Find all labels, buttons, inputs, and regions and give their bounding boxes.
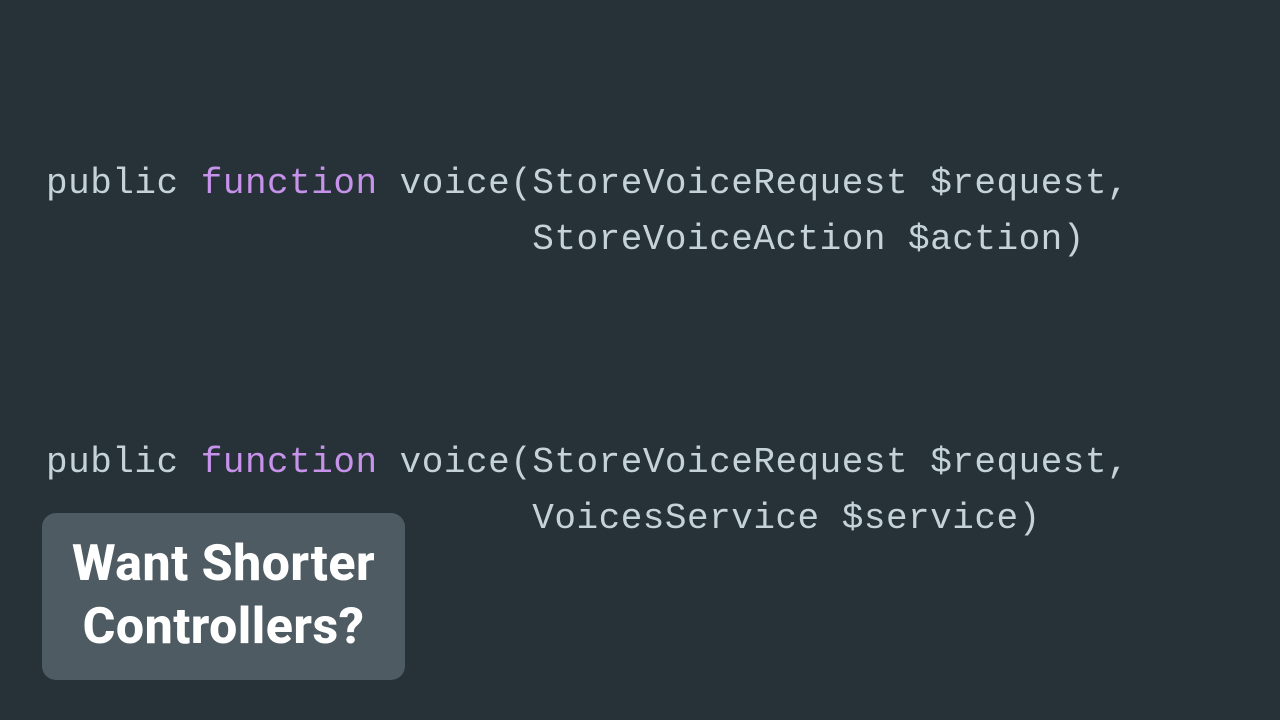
paren-close: )	[1019, 498, 1041, 539]
param-var: $request	[930, 163, 1107, 204]
param-type: StoreVoiceAction	[532, 219, 886, 260]
code-area: public function voice(StoreVoiceRequest …	[0, 0, 1280, 546]
paren-close: )	[1063, 219, 1085, 260]
param-type: VoicesService	[532, 498, 819, 539]
param-type: StoreVoiceRequest	[532, 442, 908, 483]
paren-open: (	[510, 442, 532, 483]
function-name: voice	[400, 163, 511, 204]
code-line-3: public function voice(StoreVoiceRequest …	[46, 442, 1129, 483]
paren-open: (	[510, 163, 532, 204]
code-line-1: public function voice(StoreVoiceRequest …	[46, 163, 1129, 204]
caption-badge: Want Shorter Controllers?	[42, 513, 405, 680]
keyword-function: function	[201, 163, 378, 204]
function-name: voice	[400, 442, 511, 483]
param-var: $service	[842, 498, 1019, 539]
caption-line-2: Controllers?	[72, 596, 375, 659]
comma: ,	[1107, 163, 1129, 204]
param-type: StoreVoiceRequest	[532, 163, 908, 204]
param-var: $action	[908, 219, 1063, 260]
keyword-visibility: public	[46, 442, 179, 483]
comma: ,	[1107, 442, 1129, 483]
code-line-2: StoreVoiceAction $action)	[46, 219, 1085, 260]
param-var: $request	[930, 442, 1107, 483]
caption-line-1: Want Shorter	[72, 533, 375, 596]
keyword-visibility: public	[46, 163, 179, 204]
keyword-function: function	[201, 442, 378, 483]
